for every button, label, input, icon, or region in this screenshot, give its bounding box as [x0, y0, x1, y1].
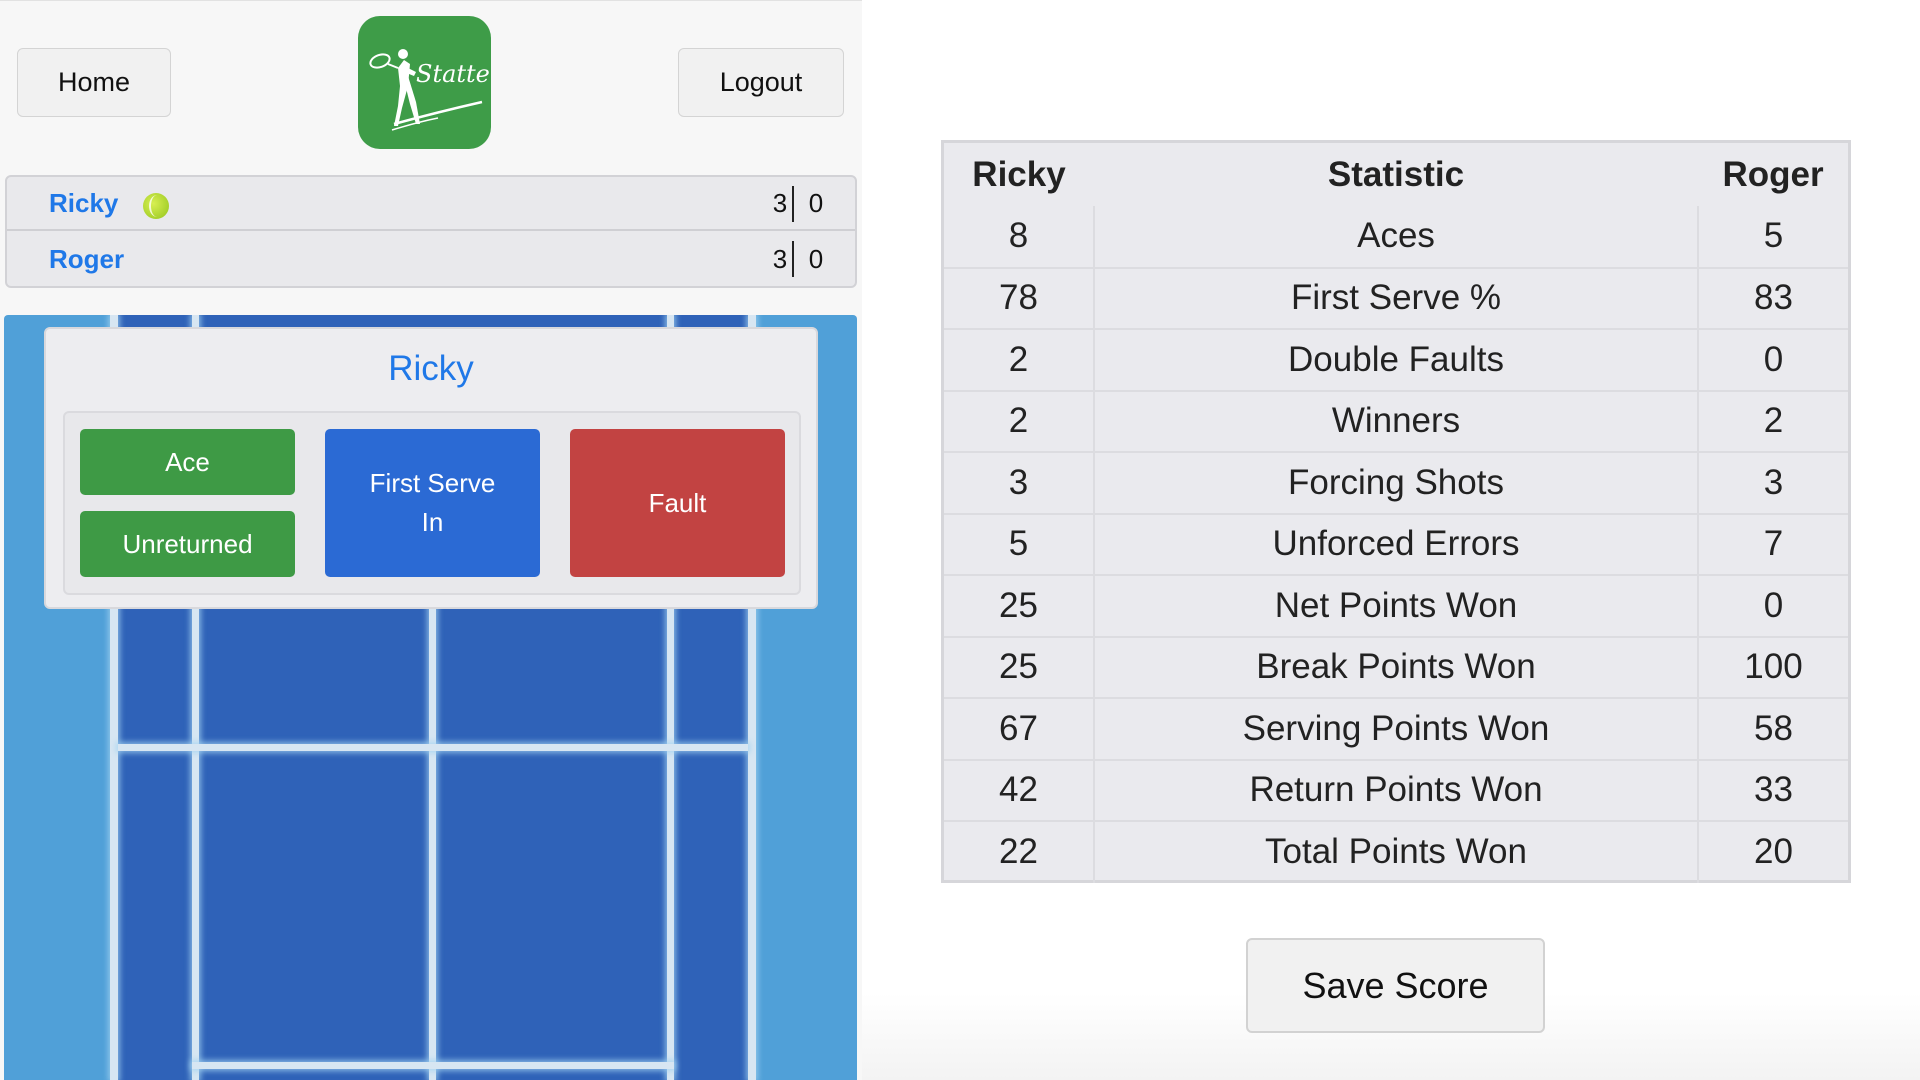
fault-button[interactable]: Fault — [570, 429, 785, 577]
player1-value: 8 — [1008, 216, 1029, 256]
serving-player-name: Ricky — [388, 349, 474, 388]
scoreboard: Ricky 3 0 Roger 3 0 — [5, 175, 857, 288]
court-line — [118, 744, 748, 751]
court-line — [429, 565, 436, 1080]
stat-label: Return Points Won — [1093, 758, 1699, 821]
stat-label: Double Faults — [1093, 328, 1699, 391]
score-divider — [792, 241, 794, 277]
stat-label: Total Points Won — [1093, 820, 1699, 883]
stat-label: Unforced Errors — [1093, 512, 1699, 575]
home-button[interactable]: Home — [17, 48, 171, 117]
stats-row: 3 Forcing Shots 3 — [944, 451, 1848, 514]
player2-value: 7 — [1698, 512, 1848, 575]
stat-label: Forcing Shots — [1093, 451, 1699, 514]
logo-text: Statter — [416, 60, 491, 88]
header-player1: Ricky — [972, 154, 1066, 194]
stats-table: Ricky Statistic Roger 8 Aces 5 78 First Serv… — [941, 140, 1851, 883]
stat-label: Serving Points Won — [1093, 697, 1699, 760]
player1-sets: 3 — [772, 187, 788, 218]
player2-value: 0 — [1698, 328, 1848, 391]
unreturned-button[interactable]: Unreturned — [80, 511, 295, 577]
player2-name: Roger — [49, 243, 125, 274]
statter-logo[interactable]: Statter — [358, 16, 491, 149]
header-player2: Roger — [1722, 154, 1824, 194]
player1-value: 3 — [944, 451, 1094, 514]
player2-value: 2 — [1698, 389, 1848, 452]
serve-action-card: Ricky Ace Unreturned First Serve In Faul… — [44, 327, 818, 609]
player2-games: 0 — [808, 243, 824, 274]
first-serve-in-button[interactable]: First Serve In — [325, 429, 540, 577]
player1-value: 25 — [944, 635, 1094, 698]
stat-label: First Serve % — [1093, 266, 1699, 329]
stats-row: 5 Unforced Errors 7 — [944, 512, 1848, 575]
player1-value: 2 — [944, 389, 1094, 452]
stat-label: Net Points Won — [1093, 574, 1699, 637]
stats-row: 67 Serving Points Won 58 — [944, 697, 1848, 760]
player1-games: 0 — [808, 187, 824, 218]
stats-row: 25 Net Points Won 0 — [944, 574, 1848, 637]
logout-button[interactable]: Logout — [678, 48, 844, 117]
player1-value: 5 — [944, 512, 1094, 575]
header-statistic: Statistic — [1327, 154, 1465, 194]
stats-header-row: Ricky Statistic Roger — [944, 143, 1848, 206]
stat-label: Winners — [1093, 389, 1699, 452]
player2-value: 3 — [1698, 451, 1848, 514]
stats-row: 8 Aces 5 — [944, 206, 1848, 268]
player1-value: 22 — [944, 820, 1094, 883]
stats-row: 78 First Serve % 83 — [944, 266, 1848, 329]
player1-value: 2 — [944, 328, 1094, 391]
scoring-panel: Home Statter Logout Ricky 3 — [0, 0, 862, 1080]
ace-button[interactable]: Ace — [80, 429, 295, 495]
serve-button-group: Ace Unreturned First Serve In Fault — [63, 411, 801, 595]
player2-value: 100 — [1698, 635, 1848, 698]
player1-value: 78 — [944, 266, 1094, 329]
stats-row: 22 Total Points Won 20 — [944, 820, 1848, 883]
stats-row: 25 Break Points Won 100 — [944, 635, 1848, 698]
player2-value: 20 — [1698, 820, 1848, 883]
player1-value: 67 — [944, 697, 1094, 760]
scoreboard-row-player1: Ricky 3 0 — [7, 177, 855, 231]
stat-label: Aces — [1093, 206, 1699, 268]
player2-value: 5 — [1763, 216, 1784, 256]
scoreboard-row-player2: Roger 3 0 — [7, 232, 855, 286]
stats-row: 2 Winners 2 — [944, 389, 1848, 452]
court-line — [192, 1062, 674, 1069]
player2-value: 0 — [1698, 574, 1848, 637]
player1-value: 42 — [944, 758, 1094, 821]
player1-name: Ricky — [49, 187, 119, 218]
player2-value: 83 — [1698, 266, 1848, 329]
player2-value: 33 — [1698, 758, 1848, 821]
stats-row: 42 Return Points Won 33 — [944, 758, 1848, 821]
player2-value: 58 — [1698, 697, 1848, 760]
tennis-ball-icon — [143, 193, 169, 219]
top-nav-bar: Home Statter Logout — [0, 0, 862, 160]
stat-label: Break Points Won — [1093, 635, 1699, 698]
save-score-button[interactable]: Save Score — [1246, 938, 1545, 1033]
score-divider — [792, 186, 794, 222]
stats-row: 2 Double Faults 0 — [944, 328, 1848, 391]
player1-value: 25 — [944, 574, 1094, 637]
player2-sets: 3 — [772, 243, 788, 274]
